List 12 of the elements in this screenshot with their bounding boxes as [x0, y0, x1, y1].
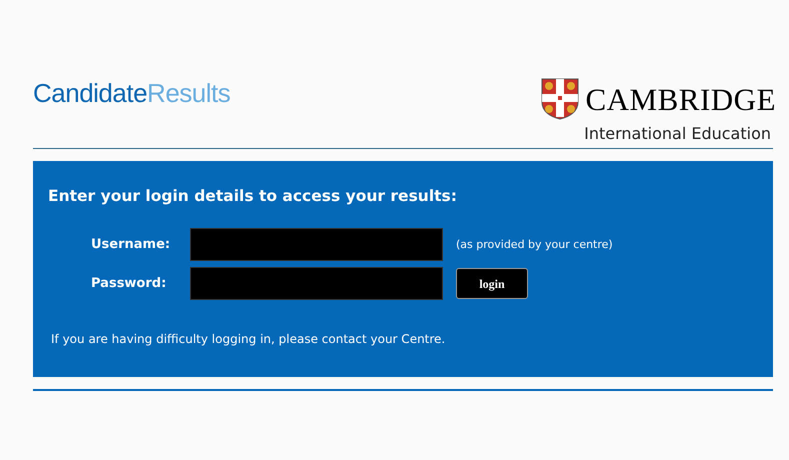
login-button[interactable]: login — [456, 268, 528, 300]
field-label: Username: — [90, 236, 172, 254]
shield-icon — [541, 78, 580, 120]
field-label: Password: — [90, 275, 168, 293]
brand-subtitle: International Education — [584, 123, 771, 145]
field-hint: (as provided by your centre) — [456, 236, 613, 252]
login-heading: Enter your login details to access your results: — [48, 186, 458, 207]
brand-name: CAMBRIDGE — [585, 84, 776, 114]
help-text: If you are having difficulty logging in, please contact your Centre. — [51, 331, 446, 348]
input-field[interactable] — [190, 267, 443, 300]
input-field[interactable] — [190, 228, 443, 262]
site-title: CandidateResults — [33, 77, 230, 110]
